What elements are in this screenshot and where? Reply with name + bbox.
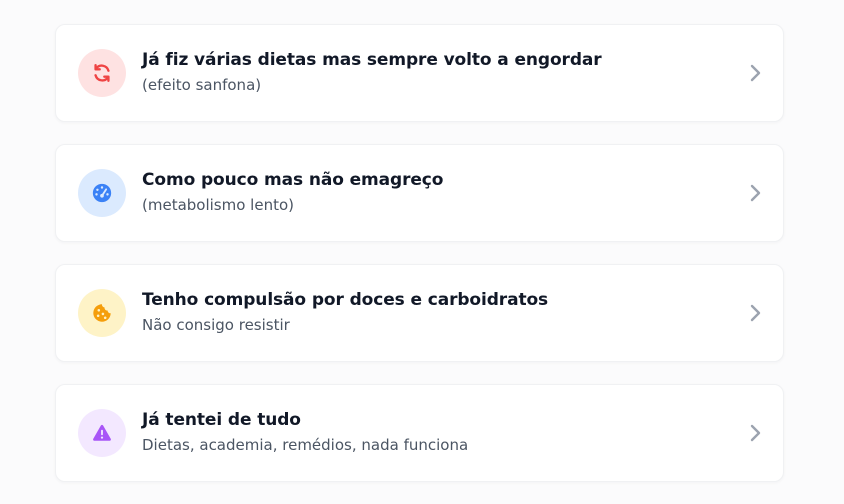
icon-badge [78,409,126,457]
icon-badge [78,289,126,337]
gauge-icon [92,183,112,203]
refresh-icon [94,64,110,82]
chevron-right-icon [747,423,763,443]
option-card-slow-metabolism[interactable]: Como pouco mas não emagreço (metabolismo… [55,144,784,242]
option-card-sugar-cravings[interactable]: Tenho compulsão por doces e carboidratos… [55,264,784,362]
option-title: Como pouco mas não emagreço [142,170,444,190]
option-card-tried-everything[interactable]: Já tentei de tudo Dietas, academia, remé… [55,384,784,482]
option-subtitle: (metabolismo lento) [142,196,294,214]
chevron-right-icon [747,183,763,203]
chevron-right-icon [747,303,763,323]
option-title: Já tentei de tudo [142,410,301,430]
cookie-icon [93,304,111,322]
option-card-yo-yo-effect[interactable]: Já fiz várias dietas mas sempre volto a … [55,24,784,122]
option-subtitle: Dietas, academia, remédios, nada funcion… [142,436,469,454]
option-title: Já fiz várias dietas mas sempre volto a … [142,50,602,70]
option-subtitle: Não consigo resistir [142,316,290,334]
options-list: Já fiz várias dietas mas sempre volto a … [55,24,784,504]
option-subtitle: (efeito sanfona) [142,76,262,94]
icon-badge [78,169,126,217]
warning-icon [93,424,111,441]
icon-badge [78,49,126,97]
chevron-right-icon [747,63,763,83]
option-title: Tenho compulsão por doces e carboidratos [142,290,549,310]
